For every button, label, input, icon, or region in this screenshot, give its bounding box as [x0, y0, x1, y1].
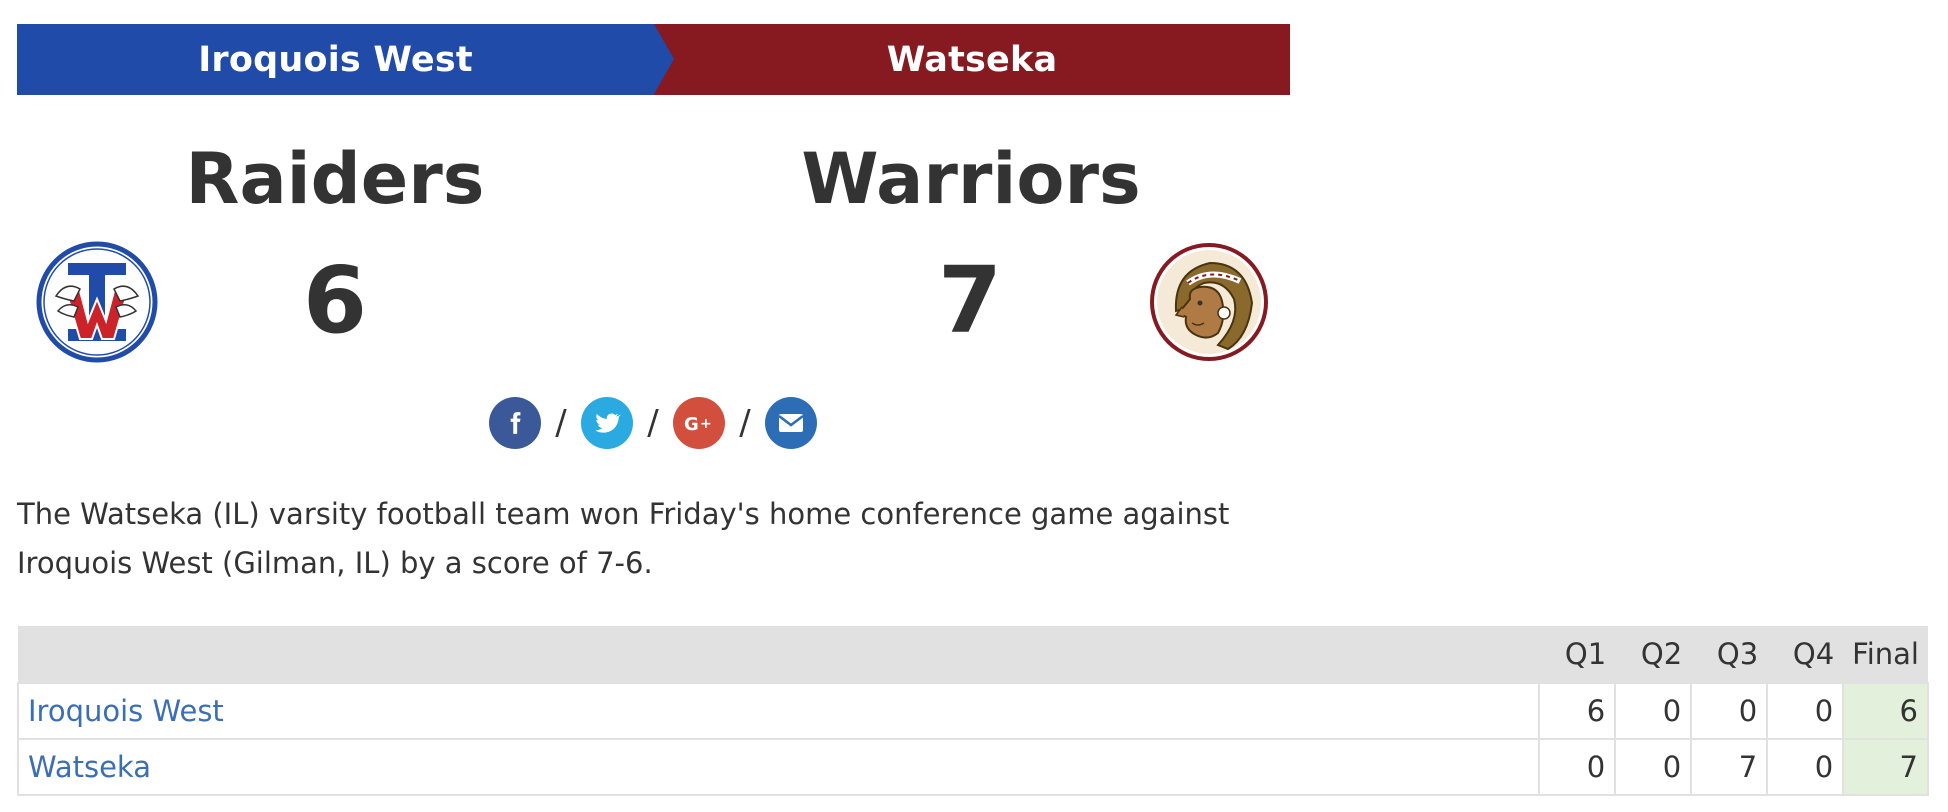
matchup-banner: Iroquois West Watseka [17, 24, 1290, 95]
away-team-banner[interactable]: Iroquois West [17, 24, 654, 95]
score-cell-q2: 0 [1614, 682, 1693, 740]
team-link-iroquois-west[interactable]: Iroquois West [16, 682, 1541, 740]
away-team-banner-name: Iroquois West [198, 39, 473, 80]
score-cell-final: 6 [1842, 682, 1929, 740]
home-team-score: 7 [937, 247, 1002, 354]
google-plus-icon[interactable]: G + [673, 397, 725, 449]
linescore-header-team [18, 626, 1540, 683]
score-cell-q4: 0 [1766, 682, 1845, 740]
share-separator: / [739, 403, 751, 443]
share-bar: / / G + / [489, 397, 817, 449]
share-separator: / [647, 403, 659, 443]
away-team-score: 6 [302, 247, 367, 354]
score-cell-q3: 0 [1690, 682, 1769, 740]
email-icon[interactable] [765, 397, 817, 449]
score-cell-q4: 0 [1766, 738, 1845, 796]
team-link-watseka[interactable]: Watseka [16, 738, 1541, 796]
svg-text:G: G [684, 414, 699, 435]
score-cell-q1: 0 [1538, 738, 1617, 796]
linescore-header-q3: Q3 [1691, 626, 1768, 683]
linescore-header-q1: Q1 [1539, 626, 1616, 683]
score-cell-q2: 0 [1614, 738, 1693, 796]
twitter-icon[interactable] [581, 397, 633, 449]
home-team-banner-name: Watseka [886, 39, 1058, 80]
iroquois-west-logo-icon[interactable] [36, 241, 158, 363]
score-cell-q1: 6 [1538, 682, 1617, 740]
table-row: Iroquois West 6 0 0 0 6 [16, 682, 1929, 740]
score-cell-final: 7 [1842, 738, 1929, 796]
away-team-mascot: Raiders [185, 138, 485, 220]
watseka-warriors-logo-icon[interactable] [1148, 241, 1270, 363]
svg-text:+: + [700, 416, 712, 432]
linescore-header-q2: Q2 [1615, 626, 1692, 683]
linescore-header-final: Final [1843, 626, 1928, 683]
home-team-mascot: Warriors [801, 138, 1141, 220]
home-team-banner[interactable]: Watseka [654, 24, 1290, 95]
share-separator: / [555, 403, 567, 443]
facebook-icon[interactable] [489, 397, 541, 449]
linescore-header-q4: Q4 [1767, 626, 1844, 683]
banner-arrow-notch [654, 24, 674, 94]
game-summary: The Watseka (IL) varsity football team w… [17, 497, 1230, 580]
table-row: Watseka 0 0 7 0 7 [16, 738, 1929, 796]
score-cell-q3: 7 [1690, 738, 1769, 796]
linescore-header-row: Q1 Q2 Q3 Q4 Final [18, 626, 1928, 683]
linescore-table: Q1 Q2 Q3 Q4 Final Iroquois West 6 0 0 0 … [16, 626, 1929, 796]
